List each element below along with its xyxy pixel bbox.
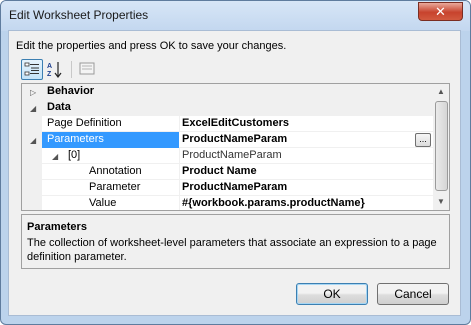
category-data[interactable]: ◢ Data [22, 100, 433, 116]
alphabetical-button[interactable]: A Z [44, 59, 66, 80]
categorized-icon [24, 62, 39, 76]
property-row-parameters[interactable]: ◢ Parameters ProductNameParam ... [22, 132, 433, 148]
vertical-scrollbar[interactable]: ▲ ▼ [433, 84, 449, 210]
ok-button[interactable]: OK [296, 283, 368, 305]
collapse-arrow-icon[interactable]: ◢ [52, 152, 58, 161]
alphabetical-icon: A Z [47, 62, 62, 78]
category-label: Data [47, 101, 71, 113]
property-value[interactable]: ProductNameParam [182, 180, 287, 196]
property-pages-icon [79, 62, 95, 75]
column-divider [179, 180, 180, 196]
property-value[interactable]: ProductNameParam [182, 132, 287, 148]
row-gutter [22, 164, 42, 180]
property-pages-button[interactable] [77, 59, 99, 80]
help-title: Parameters [27, 221, 87, 233]
cancel-button[interactable]: Cancel [377, 283, 449, 305]
property-row-page-definition[interactable]: Page Definition ExcelEditCustomers [22, 116, 433, 132]
expand-arrow-icon[interactable]: ▷ [30, 88, 36, 97]
column-divider [179, 116, 180, 132]
property-label: Page Definition [47, 117, 122, 129]
property-label: Parameters [42, 132, 179, 148]
property-value: ProductNameParam [182, 149, 282, 161]
property-label: [0] [68, 149, 81, 161]
ellipsis-button[interactable]: ... [415, 133, 431, 147]
svg-text:A: A [47, 63, 52, 70]
toolbar-separator [71, 61, 72, 78]
property-label: Parameter [89, 181, 141, 193]
column-divider [179, 164, 180, 180]
close-icon: ✕ [435, 4, 446, 19]
category-label: Behavior [47, 85, 95, 97]
property-row-annotation[interactable]: Annotation Product Name [22, 164, 433, 180]
property-label: Annotation [89, 165, 142, 177]
scrollbar-thumb[interactable] [435, 101, 448, 191]
instruction-text: Edit the properties and press OK to save… [16, 40, 287, 52]
categorized-button[interactable] [21, 59, 43, 80]
property-value[interactable]: ExcelEditCustomers [182, 116, 289, 132]
column-divider [179, 196, 180, 210]
collapse-arrow-icon[interactable]: ◢ [30, 136, 36, 145]
window-title: Edit Worksheet Properties [9, 8, 149, 22]
property-label: Value [89, 197, 117, 209]
scroll-down-icon[interactable]: ▼ [433, 194, 449, 210]
help-panel: Parameters The collection of worksheet-l… [21, 214, 450, 269]
property-value[interactable]: #{workbook.params.productName} [182, 196, 365, 210]
row-gutter [22, 116, 42, 132]
row-gutter [22, 148, 42, 164]
property-grid: ▷ Behavior ◢ Data Page Definition ExcelE… [21, 83, 450, 211]
row-gutter [22, 180, 42, 196]
scroll-up-icon[interactable]: ▲ [433, 84, 449, 100]
property-row-parameter[interactable]: Parameter ProductNameParam [22, 180, 433, 196]
property-row-value[interactable]: Value #{workbook.params.productName} [22, 196, 433, 210]
property-value[interactable]: Product Name [182, 164, 257, 180]
collapse-arrow-icon[interactable]: ◢ [30, 104, 36, 113]
close-button[interactable]: ✕ [418, 2, 463, 21]
category-behavior[interactable]: ▷ Behavior [22, 84, 433, 100]
column-divider [179, 148, 180, 164]
help-description: The collection of worksheet-level parame… [27, 237, 437, 263]
svg-text:Z: Z [47, 71, 52, 78]
title-bar: Edit Worksheet Properties ✕ [1, 1, 470, 31]
property-row-item-0[interactable]: ◢ [0] ProductNameParam [22, 148, 433, 164]
row-gutter [22, 196, 42, 210]
